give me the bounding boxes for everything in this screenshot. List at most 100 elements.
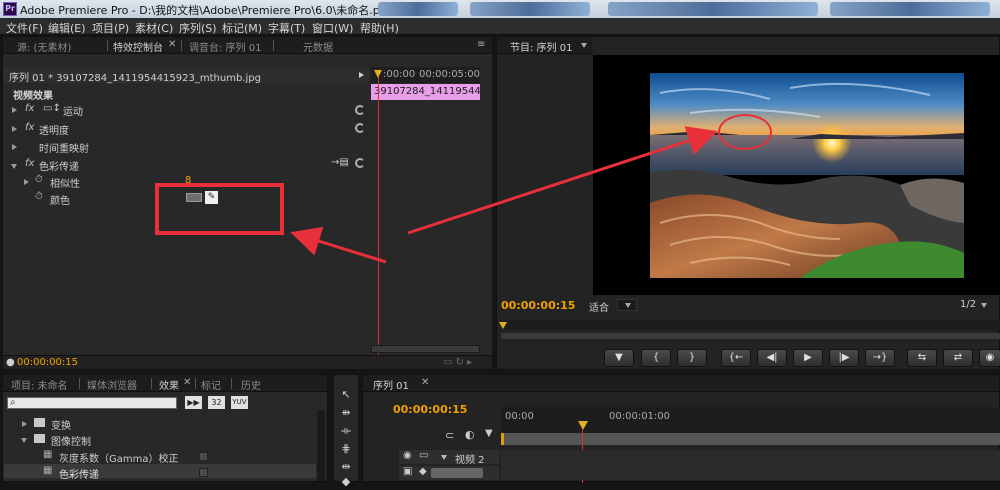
menu-file[interactable]: 文件(F) <box>6 20 43 36</box>
tab-media-browser[interactable]: 媒体浏览器 <box>87 377 137 392</box>
close-icon[interactable]: ✕ <box>421 377 429 388</box>
expand-triangle-icon[interactable] <box>12 107 17 113</box>
effect-motion[interactable]: 运动 <box>63 103 83 118</box>
menu-clip[interactable]: 素材(C) <box>135 20 173 36</box>
dropdown-arrow-icon[interactable] <box>581 43 587 48</box>
program-zoom-bar[interactable] <box>501 333 1000 339</box>
mark-in-button[interactable]: { <box>641 349 671 367</box>
track-output-icon[interactable]: ▭ <box>419 450 428 461</box>
expand-triangle-icon[interactable] <box>12 144 17 150</box>
dropdown-arrow-icon[interactable] <box>625 303 631 308</box>
reset-icon[interactable] <box>355 105 365 115</box>
accelerated-filter-icon[interactable]: ▶▶ <box>185 396 202 409</box>
effect-time-remap[interactable]: 时间重映射 <box>39 140 89 155</box>
collapse-triangle-icon[interactable] <box>21 438 27 443</box>
filter-yuv[interactable]: YUV <box>231 396 248 409</box>
mark-out-button[interactable]: } <box>677 349 707 367</box>
add-marker-button[interactable]: ▼ <box>604 349 634 367</box>
effect-timecode[interactable]: 00:00:00:15 <box>17 357 78 368</box>
tab-effect-controls[interactable]: 特效控制台 <box>113 39 163 54</box>
menu-window[interactable]: 窗口(W) <box>312 20 353 36</box>
program-ruler[interactable] <box>501 320 1000 330</box>
dropdown-arrow-icon[interactable] <box>981 303 987 308</box>
collapse-triangle-icon[interactable] <box>11 164 17 169</box>
tree-gamma-correction[interactable]: 灰度系数（Gamma）校正 <box>59 450 179 465</box>
extract-button[interactable]: ⇄ <box>943 349 973 367</box>
project-scrollbar[interactable] <box>317 411 325 481</box>
play-button[interactable]: ▶ <box>793 349 823 367</box>
tree-color-pass[interactable]: 色彩传递 <box>59 466 99 481</box>
expand-triangle-icon[interactable] <box>359 72 364 78</box>
eye-icon[interactable]: ◉ <box>403 450 412 461</box>
panel-menu-icon[interactable]: ≡ <box>477 39 485 50</box>
resolution-ratio[interactable]: 1/2 <box>960 299 976 310</box>
effect-opacity[interactable]: 透明度 <box>39 122 69 137</box>
timeline-playhead-icon[interactable] <box>578 421 588 430</box>
ripple-edit-tool-icon[interactable]: ⟛ <box>334 423 358 439</box>
menu-title[interactable]: 字幕(T) <box>268 20 305 36</box>
display-style-icon[interactable]: ▣ <box>403 466 412 477</box>
footer-marker-icon: ● <box>6 357 15 368</box>
timeline-timecode[interactable]: 00:00:00:15 <box>393 403 467 416</box>
fit-dropdown[interactable]: 适合 <box>589 299 609 314</box>
zoom-scrollbar[interactable] <box>371 345 480 353</box>
tab-effects[interactable]: 效果 <box>159 377 179 392</box>
expand-triangle-icon[interactable] <box>22 421 27 427</box>
program-playhead-icon[interactable] <box>499 322 507 329</box>
track-select-tool-icon[interactable]: ⇻ <box>334 405 358 421</box>
menu-sequence[interactable]: 序列(S) <box>179 20 217 36</box>
rate-stretch-tool-icon[interactable]: ⇹ <box>334 459 358 475</box>
expand-triangle-icon[interactable] <box>24 179 29 185</box>
tab-history[interactable]: 历史 <box>241 377 261 392</box>
playhead-marker-icon[interactable] <box>374 70 382 78</box>
work-area-bar[interactable] <box>501 433 1000 445</box>
mask-icon[interactable]: →▤ <box>331 157 349 168</box>
expand-triangle-icon[interactable] <box>12 126 17 132</box>
playhead-line <box>378 73 379 363</box>
effects-search-input[interactable]: ⌕ <box>7 397 177 409</box>
tab-metadata[interactable]: 元数据 <box>303 39 333 54</box>
stopwatch-icon[interactable]: ⏱ <box>35 174 43 185</box>
snap-icon[interactable]: ⊂ <box>445 429 454 442</box>
tree-image-control[interactable]: 图像控制 <box>51 433 91 448</box>
collapse-triangle-icon[interactable] <box>441 455 447 460</box>
menu-edit[interactable]: 编辑(E) <box>48 20 86 36</box>
menu-help[interactable]: 帮助(H) <box>360 20 399 36</box>
clip-bar[interactable]: 39107284_1411954415923 <box>371 84 480 100</box>
menu-marker[interactable]: 标记(M) <box>222 20 262 36</box>
tab-source[interactable]: 源: (无素材) <box>17 39 71 54</box>
export-frame-button[interactable]: ◉ <box>979 349 1000 367</box>
lift-button[interactable]: ⇆ <box>907 349 937 367</box>
tab-program[interactable]: 节目: 序列 01 <box>510 39 572 54</box>
set-encore-marker-icon[interactable]: ◐ <box>465 428 475 441</box>
step-forward-button[interactable]: |▶ <box>829 349 859 367</box>
effect-color-pass[interactable]: 色彩传递 <box>39 158 79 173</box>
close-icon[interactable]: ✕ <box>183 377 191 388</box>
track-content[interactable] <box>501 450 1000 480</box>
close-icon[interactable]: ✕ <box>168 39 176 50</box>
program-video-frame[interactable] <box>650 73 964 278</box>
add-marker-icon[interactable]: ▼ <box>485 428 493 439</box>
footer-icons[interactable]: ▭ ↻ ▸ <box>443 357 472 368</box>
tree-transform[interactable]: 变换 <box>51 417 71 432</box>
selection-tool-icon[interactable]: ↖ <box>334 387 358 403</box>
go-to-in-button[interactable]: {← <box>721 349 751 367</box>
tab-markers[interactable]: 标记 <box>201 377 221 392</box>
stopwatch-icon[interactable]: ⏱ <box>35 191 43 202</box>
keyframe-icon[interactable]: ◆ <box>419 466 427 477</box>
tab-project[interactable]: 项目: 未命名 <box>11 377 68 392</box>
effect-controls-footer: ● 00:00:00:15 ▭ ↻ ▸ <box>3 355 492 369</box>
step-back-button[interactable]: ◀| <box>757 349 787 367</box>
reset-icon[interactable] <box>355 123 365 133</box>
tab-sequence[interactable]: 序列 01 <box>373 377 409 392</box>
timeline-ruler[interactable]: 00:00 00:00:01:00 <box>501 407 1000 433</box>
reset-icon[interactable] <box>355 158 365 168</box>
work-area-start[interactable] <box>501 433 504 445</box>
go-to-out-button[interactable]: →} <box>865 349 895 367</box>
tab-audio-mixer[interactable]: 调音台: 序列 01 <box>189 39 261 54</box>
filter-32bit[interactable]: 32 <box>208 396 225 409</box>
rolling-edit-tool-icon[interactable]: ⋕ <box>334 441 358 457</box>
razor-tool-icon[interactable]: ◆ <box>334 474 358 490</box>
program-timecode[interactable]: 00:00:00:15 <box>501 299 575 312</box>
menu-project[interactable]: 项目(P) <box>92 20 129 36</box>
